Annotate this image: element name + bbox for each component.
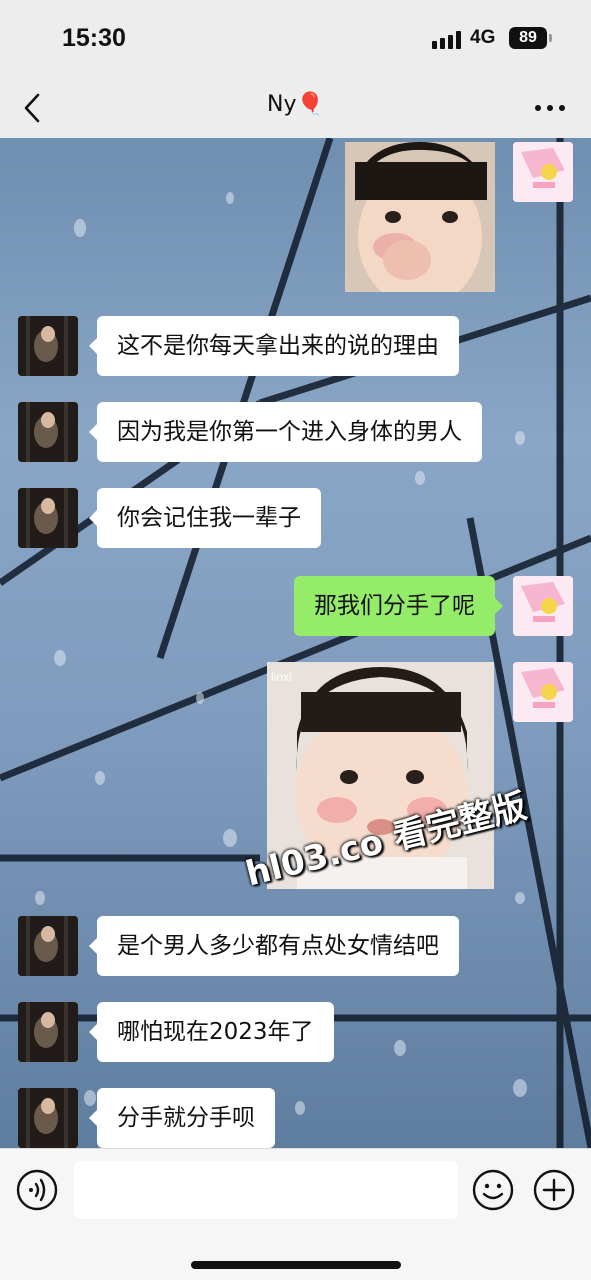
voice-button[interactable] xyxy=(16,1169,58,1211)
message-bubble-peer[interactable]: 因为我是你第一个进入身体的男人 xyxy=(89,402,482,462)
battery-nub xyxy=(549,34,552,42)
avatar-self[interactable] xyxy=(513,142,573,202)
rainy-window-background xyxy=(0,138,591,1148)
emoji-icon xyxy=(472,1169,514,1211)
avatar-peer[interactable] xyxy=(18,1002,78,1062)
peer-avatar-image xyxy=(18,1002,78,1062)
balloon-emoji: 🎈 xyxy=(296,92,324,117)
more-button[interactable] xyxy=(528,94,572,122)
message-bubble-peer[interactable]: 是个男人多少都有点处女情结吧 xyxy=(89,916,459,976)
avatar-self[interactable] xyxy=(513,576,573,636)
status-time: 15:30 xyxy=(62,24,126,52)
emoji-button[interactable] xyxy=(472,1169,514,1211)
peer-avatar-image xyxy=(18,402,78,462)
more-dots-icon xyxy=(535,105,565,111)
home-indicator xyxy=(191,1261,401,1269)
peer-avatar-image xyxy=(18,316,78,376)
peer-avatar-image xyxy=(18,1088,78,1148)
input-bar xyxy=(0,1148,591,1280)
pink-cartoon-avatar xyxy=(513,662,573,722)
avatar-peer[interactable] xyxy=(18,488,78,548)
battery-level: 89 xyxy=(519,29,537,46)
sticker-caption: linxi xyxy=(271,670,292,684)
nav-bar: Ny🎈 xyxy=(0,80,591,138)
plus-icon xyxy=(533,1169,575,1211)
avatar-self[interactable] xyxy=(513,662,573,722)
toddler-face-image xyxy=(345,142,495,292)
status-bar: 15:30 4G 89 xyxy=(0,0,591,80)
avatar-peer[interactable] xyxy=(18,402,78,462)
sticker-crying-toddler[interactable] xyxy=(345,142,495,292)
network-label: 4G xyxy=(470,27,496,48)
avatar-peer[interactable] xyxy=(18,1088,78,1148)
pink-cartoon-avatar xyxy=(513,576,573,636)
pink-cartoon-avatar xyxy=(513,142,573,202)
chat-title-name: Ny xyxy=(267,92,297,117)
message-input[interactable] xyxy=(74,1161,458,1219)
message-bubble-peer[interactable]: 分手就分手呗 xyxy=(89,1088,275,1148)
message-bubble-peer[interactable]: 你会记住我一辈子 xyxy=(89,488,321,548)
battery-icon: 89 xyxy=(509,27,547,49)
avatar-peer[interactable] xyxy=(18,916,78,976)
message-bubble-peer[interactable]: 这不是你每天拿出来的说的理由 xyxy=(89,316,459,376)
avatar-peer[interactable] xyxy=(18,316,78,376)
peer-avatar-image xyxy=(18,488,78,548)
signal-icon xyxy=(432,31,462,49)
message-bubble-peer[interactable]: 哪怕现在2023年了 xyxy=(89,1002,334,1062)
voice-icon xyxy=(16,1169,58,1211)
message-bubble-self[interactable]: 那我们分手了呢 xyxy=(294,576,503,636)
chat-area[interactable]: 这不是你每天拿出来的说的理由 因为我是你第一个进入身体的男人 你会记住我一辈子 … xyxy=(0,138,591,1148)
peer-avatar-image xyxy=(18,916,78,976)
plus-button[interactable] xyxy=(533,1169,575,1211)
chat-title: Ny🎈 xyxy=(0,92,591,117)
